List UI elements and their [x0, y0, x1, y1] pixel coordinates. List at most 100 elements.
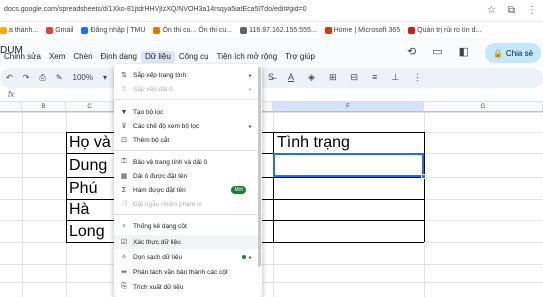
menu-item-data-validation[interactable]: ☑ Xác thực dữ liệu	[114, 235, 262, 249]
bookmark-item[interactable]: a thành...	[0, 26, 38, 34]
menu-item-named-functions[interactable]: Σ Hàm được đặt tên Mới	[114, 183, 262, 197]
menu-item-sort-sheet[interactable]: ⇅ Sắp xếp trang tính ▸	[114, 68, 262, 82]
menu-item-extract-data[interactable]: ⎘ Trích xuất dữ liệu	[114, 280, 262, 294]
menu-data[interactable]: Dữ liệu	[141, 51, 175, 63]
chevron-right-icon: ▸	[248, 254, 252, 261]
header-actions: ⟲ ▭ ◧	[407, 45, 469, 58]
menu-scrollbar[interactable]	[258, 67, 261, 267]
column-header-corner[interactable]	[0, 102, 22, 112]
cell-border	[262, 220, 424, 221]
bookmark-item[interactable]: Quản trị rủi ro tín d...	[408, 26, 481, 34]
chevron-right-icon: ▸	[248, 123, 252, 130]
menu-item-protect[interactable]: ⚿ Bảo vệ trang tính và dải ô	[114, 155, 262, 169]
column-header-f[interactable]: F	[273, 102, 424, 112]
menu-item-named-ranges[interactable]: ▦ Dải ô được đặt tên	[114, 169, 262, 183]
fill-handle[interactable]	[421, 174, 426, 179]
bookmark-icon	[240, 26, 248, 34]
bookmark-item[interactable]: Gmail	[46, 26, 73, 34]
lock-icon: ⚿	[121, 158, 127, 165]
cell-border	[66, 132, 67, 242]
align-icon[interactable]: ≡	[372, 72, 377, 83]
paint-format-icon[interactable]: ✎	[56, 73, 63, 83]
browser-address-bar[interactable]: docs.google.com/spreadsheets/d/1Xko-81jt…	[0, 0, 543, 22]
bookmark-item[interactable]: Đăng nhập | TMU	[81, 26, 145, 34]
menu-item-create-filter[interactable]: ▼ Tạo bộ lọc	[114, 105, 262, 119]
selected-cell[interactable]	[273, 153, 424, 177]
more-formats-icon[interactable]: ⋮	[413, 72, 422, 83]
borders-icon[interactable]: ⊞	[329, 72, 337, 83]
fill-color-icon[interactable]: ◈	[308, 72, 315, 83]
valign-icon[interactable]: ⊥	[391, 72, 399, 83]
bookmark-item[interactable]: Home | Microsoft 365	[324, 26, 400, 34]
zoom-select[interactable]: 100%	[73, 73, 93, 83]
cell-border	[262, 199, 424, 200]
shuffle-icon: ⤨	[121, 200, 127, 207]
url-text[interactable]: docs.google.com/spreadsheets/d/1Xko-81jt…	[4, 6, 307, 13]
gridline	[0, 282, 543, 283]
cell-border	[262, 132, 424, 133]
text-color-icon[interactable]: A	[288, 72, 294, 83]
sort-icon: ⇅	[121, 72, 127, 79]
history-icon[interactable]: ⟲	[407, 45, 416, 58]
cell-border	[424, 132, 425, 242]
print-icon[interactable]: ⎙	[39, 73, 45, 83]
cell-f1[interactable]: Tình trạng	[277, 134, 350, 152]
menu-item-add-slicer[interactable]: ⊡ Thêm bộ cắt	[114, 133, 262, 147]
column-header-b[interactable]: B	[22, 102, 66, 112]
menu-view[interactable]: Xem	[45, 51, 69, 63]
cell-border	[66, 242, 114, 243]
gridline	[0, 264, 543, 265]
extensions-icon[interactable]: ⧉	[508, 5, 515, 16]
menu-item-randomize[interactable]: ⤨ Đặt ngẫu nhiên phạm vi	[114, 197, 262, 211]
menu-tools[interactable]: Công cụ	[175, 51, 213, 63]
menu-format[interactable]: Định dạng	[97, 51, 141, 63]
formula-bar[interactable]: fx	[0, 88, 543, 102]
menu-item-data-cleanup[interactable]: ✧ Dọn sạch dữ liệu ▸	[114, 250, 262, 264]
cell-border	[262, 242, 424, 243]
redo-icon[interactable]: ↷	[23, 73, 30, 83]
menu-separator	[114, 150, 262, 151]
bookmark-icon	[0, 26, 7, 34]
menu-item-column-stats[interactable]: ♀ Thống kê dạng cột	[114, 219, 262, 233]
cleanup-icon: ✧	[121, 254, 127, 261]
chevron-down-icon[interactable]: ▾	[103, 73, 107, 83]
cell-c5[interactable]: Long	[69, 223, 105, 241]
more-icon[interactable]: ⋮	[527, 5, 537, 16]
menu-help[interactable]: Trợ giúp	[281, 51, 319, 63]
validation-icon: ☑	[120, 239, 128, 246]
cell-c3[interactable]: Phú	[69, 180, 97, 198]
cell-c4[interactable]: Hà	[69, 201, 89, 219]
strikethrough-icon[interactable]: S̶	[268, 72, 274, 83]
menu-item-sort-range[interactable]: ⇅ Sắp xếp dải ô ▸	[114, 82, 262, 96]
menu-insert[interactable]: Chèn	[69, 51, 96, 63]
column-header-g[interactable]: G	[424, 102, 543, 112]
share-button[interactable]: 🔒 Chia sẻ	[485, 43, 541, 63]
menu-item-split-text[interactable]: ⇹ Phân tách văn bản thành các cột	[114, 265, 262, 279]
bookmark-icon	[81, 26, 89, 34]
cell-c2[interactable]: Dung	[69, 157, 107, 175]
filter-icon: ▼	[120, 108, 128, 116]
lock-icon: 🔒	[492, 48, 503, 58]
chevron-right-icon: ▸	[248, 72, 252, 79]
slicer-icon: ⊡	[121, 137, 127, 144]
star-icon[interactable]: ☆	[487, 5, 496, 16]
spreadsheet-grid[interactable]: B C D E F G Họ và Dung Phú Hà Long Tình …	[0, 102, 543, 297]
cell-c1[interactable]: Họ và	[69, 134, 111, 152]
merge-icon[interactable]: ⊟	[351, 72, 359, 83]
split-icon: ⇹	[121, 269, 127, 276]
meet-icon[interactable]: ◧	[459, 45, 469, 58]
undo-icon[interactable]: ↶	[6, 73, 13, 83]
cell-border	[66, 177, 114, 178]
microsoft-icon	[324, 26, 332, 34]
bookmark-icon	[153, 26, 161, 34]
comment-icon[interactable]: ▭	[432, 45, 442, 58]
menu-extensions[interactable]: Tiện ích mở rộng	[213, 51, 282, 63]
menu-separator	[114, 214, 262, 215]
cell-border	[273, 132, 274, 242]
bookmark-item[interactable]: 116.97.162.155:555...	[240, 26, 317, 34]
gmail-icon	[46, 26, 54, 34]
menu-item-filter-views[interactable]: ⊽ Các chế độ xem bộ lọc ▸	[114, 119, 262, 133]
menu-edit[interactable]: Chỉnh sửa	[0, 51, 45, 63]
bookmark-item[interactable]: Ôn thi cu... Ôn thi cu...	[153, 26, 232, 34]
column-header-c[interactable]: C	[66, 102, 114, 112]
